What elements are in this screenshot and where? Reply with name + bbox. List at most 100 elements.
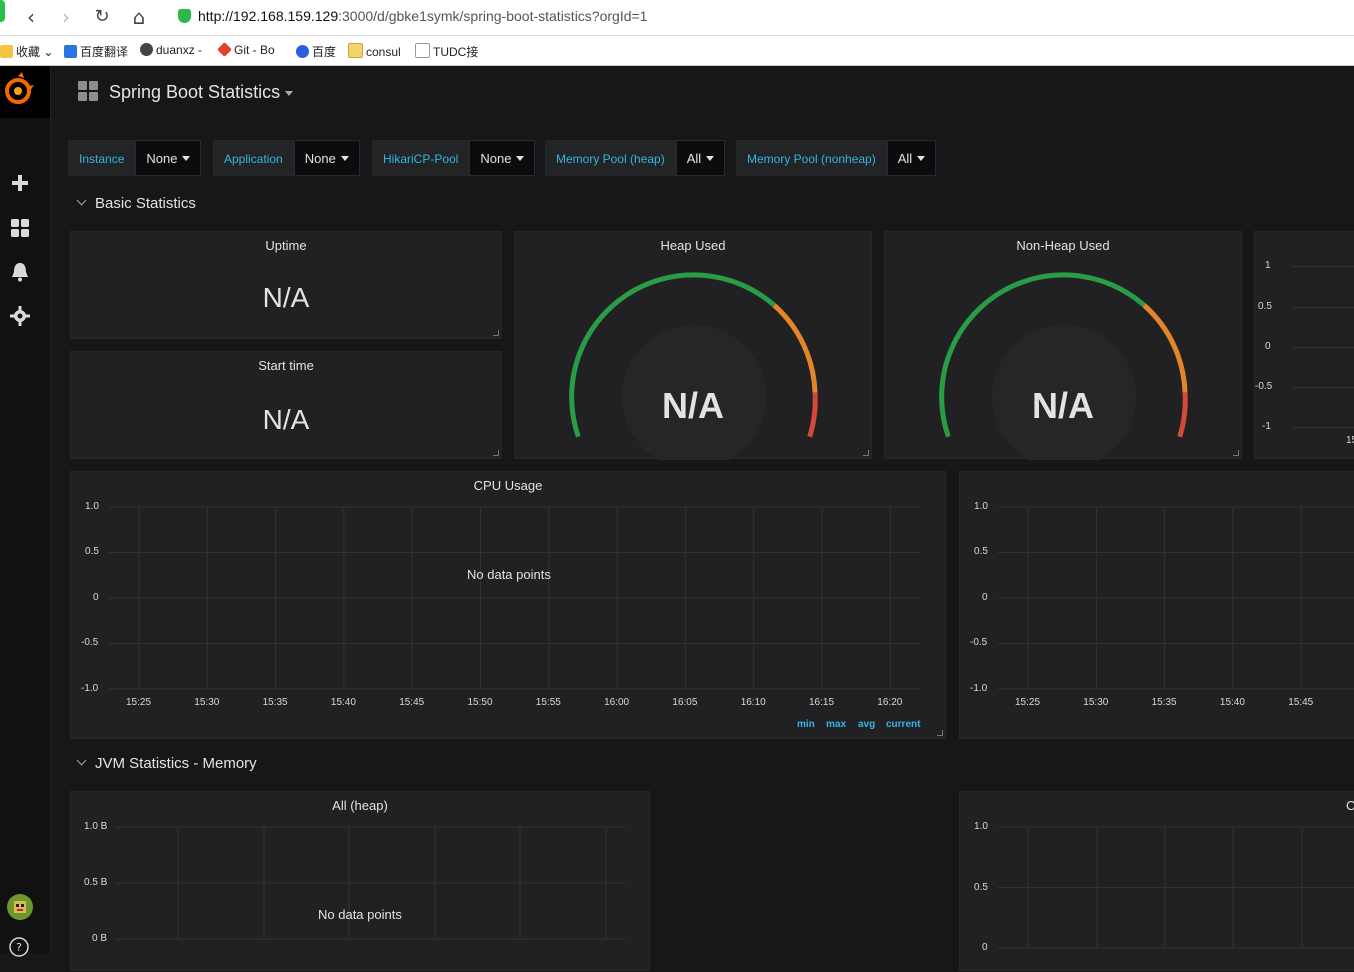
window-edge-indicator [0, 0, 5, 22]
dashboards-icon[interactable] [9, 217, 31, 239]
bookmark-label: 收藏 [16, 45, 41, 59]
row-basic-statistics[interactable]: Basic Statistics [75, 195, 196, 212]
reload-icon[interactable]: ↻ [91, 6, 113, 28]
chevron-down-icon [285, 91, 294, 96]
variable-label: Application [213, 140, 294, 176]
gauge-value: N/A [1032, 385, 1094, 426]
bell-icon[interactable] [9, 261, 31, 283]
y-tick: 0.5 [974, 882, 988, 893]
help-icon[interactable]: ? [8, 936, 30, 958]
chevron-down-icon [917, 156, 926, 161]
bookmark-label: 百度翻译 [80, 45, 129, 59]
row-jvm-memory[interactable]: JVM Statistics - Memory [75, 755, 257, 772]
resize-handle[interactable] [493, 450, 499, 456]
grid-line [1292, 387, 1354, 388]
y-tick: -1 [1262, 421, 1271, 432]
variable-instance: Instance None [68, 140, 202, 176]
svg-text:?: ? [16, 941, 22, 954]
gauge-threshold-orange [772, 303, 818, 393]
url-path: :3000/d/gbke1symk/spring-boot-statistics… [338, 8, 648, 24]
variable-value: All [686, 151, 702, 166]
x-tick: 15:50 [467, 697, 493, 708]
x-tick: 15:25 [1015, 697, 1041, 708]
bookmark-baidu-translate[interactable]: 百度翻译 [64, 43, 128, 60]
y-tick: 0 B [92, 933, 108, 944]
gear-icon[interactable] [9, 305, 31, 327]
graph-grid [116, 826, 626, 940]
graph-grid [998, 826, 1354, 949]
x-tick: 15:40 [1219, 697, 1245, 708]
panel-start-time[interactable]: Start time N/A [70, 351, 502, 459]
panel-right-bottom[interactable]: C 1.0 0.5 0 [959, 791, 1354, 971]
variable-application-select[interactable]: None [293, 140, 360, 176]
singlestat-value: N/A [262, 282, 310, 313]
resize-handle[interactable] [937, 730, 943, 736]
x-tick: 15:25 [126, 697, 152, 708]
legend-min[interactable]: min [797, 719, 815, 730]
x-tick: 15:45 [399, 697, 425, 708]
panel-title: Start time [258, 358, 314, 373]
dashboard-title-button[interactable]: Spring Boot Statistics [77, 80, 294, 103]
plus-icon[interactable] [9, 172, 31, 194]
bookmark-duanxz[interactable]: duanxz - [140, 43, 202, 57]
grafana-logo[interactable] [0, 66, 50, 118]
variable-hikaricp-select[interactable]: None [469, 140, 536, 176]
x-tick: 16:05 [672, 697, 698, 708]
resize-handle[interactable] [863, 450, 869, 456]
panel-all-heap[interactable]: All (heap) 1.0 B 0.5 B 0 B No data point… [70, 791, 650, 971]
panel-uptime[interactable]: Uptime N/A [70, 231, 502, 339]
variable-heap-select[interactable]: All [675, 140, 726, 176]
bookmark-favorites[interactable]: 收藏 ⌄ [0, 43, 53, 60]
bookmark-label: consul [366, 45, 401, 59]
bookmark-git[interactable]: Git - Bo [217, 42, 275, 57]
x-tick: 15:45 [1288, 697, 1314, 708]
variable-value: None [146, 151, 178, 166]
x-tick: 16:00 [604, 697, 630, 708]
bookmark-label: TUDC接 [433, 45, 479, 59]
y-tick: 1 [1265, 260, 1271, 271]
legend-max[interactable]: max [826, 719, 846, 730]
x-tick: 15:30 [194, 697, 220, 708]
url-field[interactable]: http://192.168.159.129:3000/d/gbke1symk/… [198, 8, 647, 24]
browser-address-bar: ‹ › ↻ ⌂ http://192.168.159.129:3000/d/gb… [0, 0, 1354, 36]
variable-nonheap-select[interactable]: All [886, 140, 937, 176]
legend-current[interactable]: current [886, 719, 920, 730]
x-tick: 15:55 [535, 697, 561, 708]
panel-right-graph[interactable]: 1.0 0.5 0 -0.5 -1.0 15:25 15:30 15:35 15:40… [959, 471, 1354, 739]
resize-handle[interactable] [1233, 450, 1239, 456]
singlestat-value: N/A [262, 404, 310, 435]
back-icon[interactable]: ‹ [20, 6, 42, 28]
grid-line [1292, 347, 1354, 348]
y-tick: 1.0 [974, 501, 988, 512]
home-icon[interactable]: ⌂ [128, 6, 150, 28]
legend-avg[interactable]: avg [858, 719, 875, 730]
variable-label: Memory Pool (nonheap) [736, 140, 887, 176]
variable-label: Instance [68, 140, 136, 176]
y-tick: 1.0 [974, 821, 988, 832]
y-tick: -0.5 [970, 637, 988, 648]
variable-instance-select[interactable]: None [135, 140, 202, 176]
bookmark-label: 百度 [312, 45, 337, 59]
translate-icon [64, 45, 77, 58]
no-data-text: No data points [318, 907, 402, 922]
resize-handle[interactable] [493, 330, 499, 336]
panel-title: Uptime [265, 238, 307, 253]
y-tick: -0.5 [1255, 381, 1273, 392]
panel-cpu-usage[interactable]: CPU Usage 1.0 0.5 0 -0.5 -1.0 15:25 15:30… [70, 471, 946, 739]
gauge-threshold-orange [1142, 303, 1188, 393]
y-tick: 0 [1265, 341, 1271, 352]
bookmark-consul[interactable]: consul [348, 43, 401, 59]
forward-icon[interactable]: › [55, 6, 77, 28]
chevron-down-icon [706, 156, 715, 161]
chevron-down-icon [76, 755, 87, 766]
bookmark-tudc[interactable]: TUDC接 [415, 43, 478, 60]
y-tick: 0.5 B [84, 877, 108, 888]
variable-value: None [304, 151, 336, 166]
y-tick: 0.5 [974, 546, 988, 557]
panel-nonheap-used[interactable]: Non-Heap Used N/A [884, 231, 1242, 460]
panel-partial-graph[interactable]: 1 0.5 0 -0.5 -1 15 [1254, 231, 1354, 459]
avatar[interactable] [6, 893, 34, 921]
dashboard-grid-icon [78, 81, 98, 101]
bookmark-baidu[interactable]: 百度 [296, 43, 336, 60]
panel-heap-used[interactable]: Heap Used N/A [514, 231, 872, 460]
